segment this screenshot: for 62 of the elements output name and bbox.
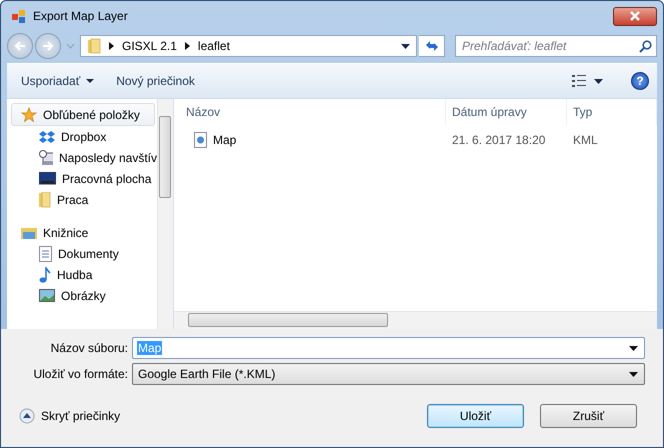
dropdown-arrow-icon	[629, 372, 638, 376]
refresh-button[interactable]	[419, 35, 445, 57]
help-button[interactable]: ?	[631, 72, 649, 90]
caret-icon	[594, 78, 603, 84]
file-type-dropdown[interactable]: Google Earth File (*.KML)	[132, 363, 645, 385]
document-icon	[39, 246, 52, 262]
breadcrumb[interactable]: GISXL 2.1	[122, 39, 177, 53]
chevron-icon	[184, 42, 190, 50]
clock-computer-icon	[39, 150, 53, 165]
column-header[interactable]: Názov	[174, 99, 446, 125]
dialog-button[interactable]: Zrušiť	[540, 404, 637, 428]
hide-folders-button[interactable]: Skryť priečinky	[19, 408, 120, 424]
library-folder-icon	[21, 226, 37, 240]
up-arrow-circle-icon	[19, 408, 35, 424]
file-icon	[194, 132, 207, 148]
sidebar-item[interactable]: Hudba	[7, 264, 157, 285]
close-icon	[629, 11, 641, 21]
sidebar-item[interactable]: Obľúbené položky	[11, 103, 155, 126]
star-icon	[21, 106, 37, 122]
refresh-arrows-icon	[424, 39, 440, 53]
folder-icon	[87, 38, 101, 54]
sidebar-item[interactable]: Dokumenty	[7, 243, 157, 264]
field-label: Uložiť vo formáte:	[32, 367, 128, 381]
address-bar[interactable]: GISXL 2.1 leaflet	[80, 35, 417, 57]
dropdown-arrow-icon[interactable]	[629, 346, 638, 350]
table-cell: 21. 6. 2017 18:20	[452, 133, 546, 147]
column-header[interactable]: Dátum úpravy	[446, 99, 567, 125]
sidebar-item[interactable]: Dropbox	[7, 126, 157, 147]
back-button[interactable]	[7, 33, 33, 59]
close-button[interactable]	[613, 6, 657, 26]
search-field[interactable]: Prehľadávať: leaflet	[455, 35, 657, 57]
field-label: Názov súboru:	[50, 341, 128, 355]
table-cell: KML	[573, 133, 598, 147]
list-view-icon	[572, 75, 586, 87]
picture-icon	[39, 289, 55, 302]
toolbar-button[interactable]: Usporiadať	[15, 70, 100, 92]
sidebar-item[interactable]: Obrázky	[7, 285, 157, 306]
file-row[interactable]: Map 21. 6. 2017 18:20 KML	[174, 129, 657, 151]
app-icon	[11, 8, 27, 24]
dropdown-arrow-icon[interactable]	[401, 44, 410, 48]
dialog-button[interactable]: Uložiť	[427, 404, 524, 428]
horizontal-scrollbar[interactable]	[174, 311, 657, 329]
window-title: Export Map Layer	[33, 9, 128, 23]
sidebar-item[interactable]: Praca	[7, 189, 157, 210]
caret-icon	[86, 79, 94, 83]
folder-icon	[39, 192, 51, 208]
vertical-scrollbar[interactable]	[157, 99, 173, 329]
monitor-icon	[39, 172, 56, 185]
table-cell: Map	[213, 133, 236, 147]
toolbar-button[interactable]: Nový priečinok	[110, 70, 201, 92]
box-icon	[39, 130, 55, 144]
search-icon[interactable]	[639, 40, 652, 53]
sidebar-item[interactable]: Knižnice	[7, 222, 157, 243]
breadcrumb[interactable]: leaflet	[198, 39, 230, 53]
forward-button[interactable]	[35, 33, 61, 59]
sidebar-item[interactable]: Naposledy navštív	[7, 147, 157, 168]
chevron-icon	[109, 42, 114, 50]
music-note-icon	[39, 266, 51, 282]
left-arrow-icon	[13, 40, 27, 52]
sidebar-item[interactable]: Pracovná plocha	[7, 168, 157, 189]
right-arrow-icon	[41, 40, 55, 52]
column-header[interactable]: Typ	[567, 99, 657, 125]
